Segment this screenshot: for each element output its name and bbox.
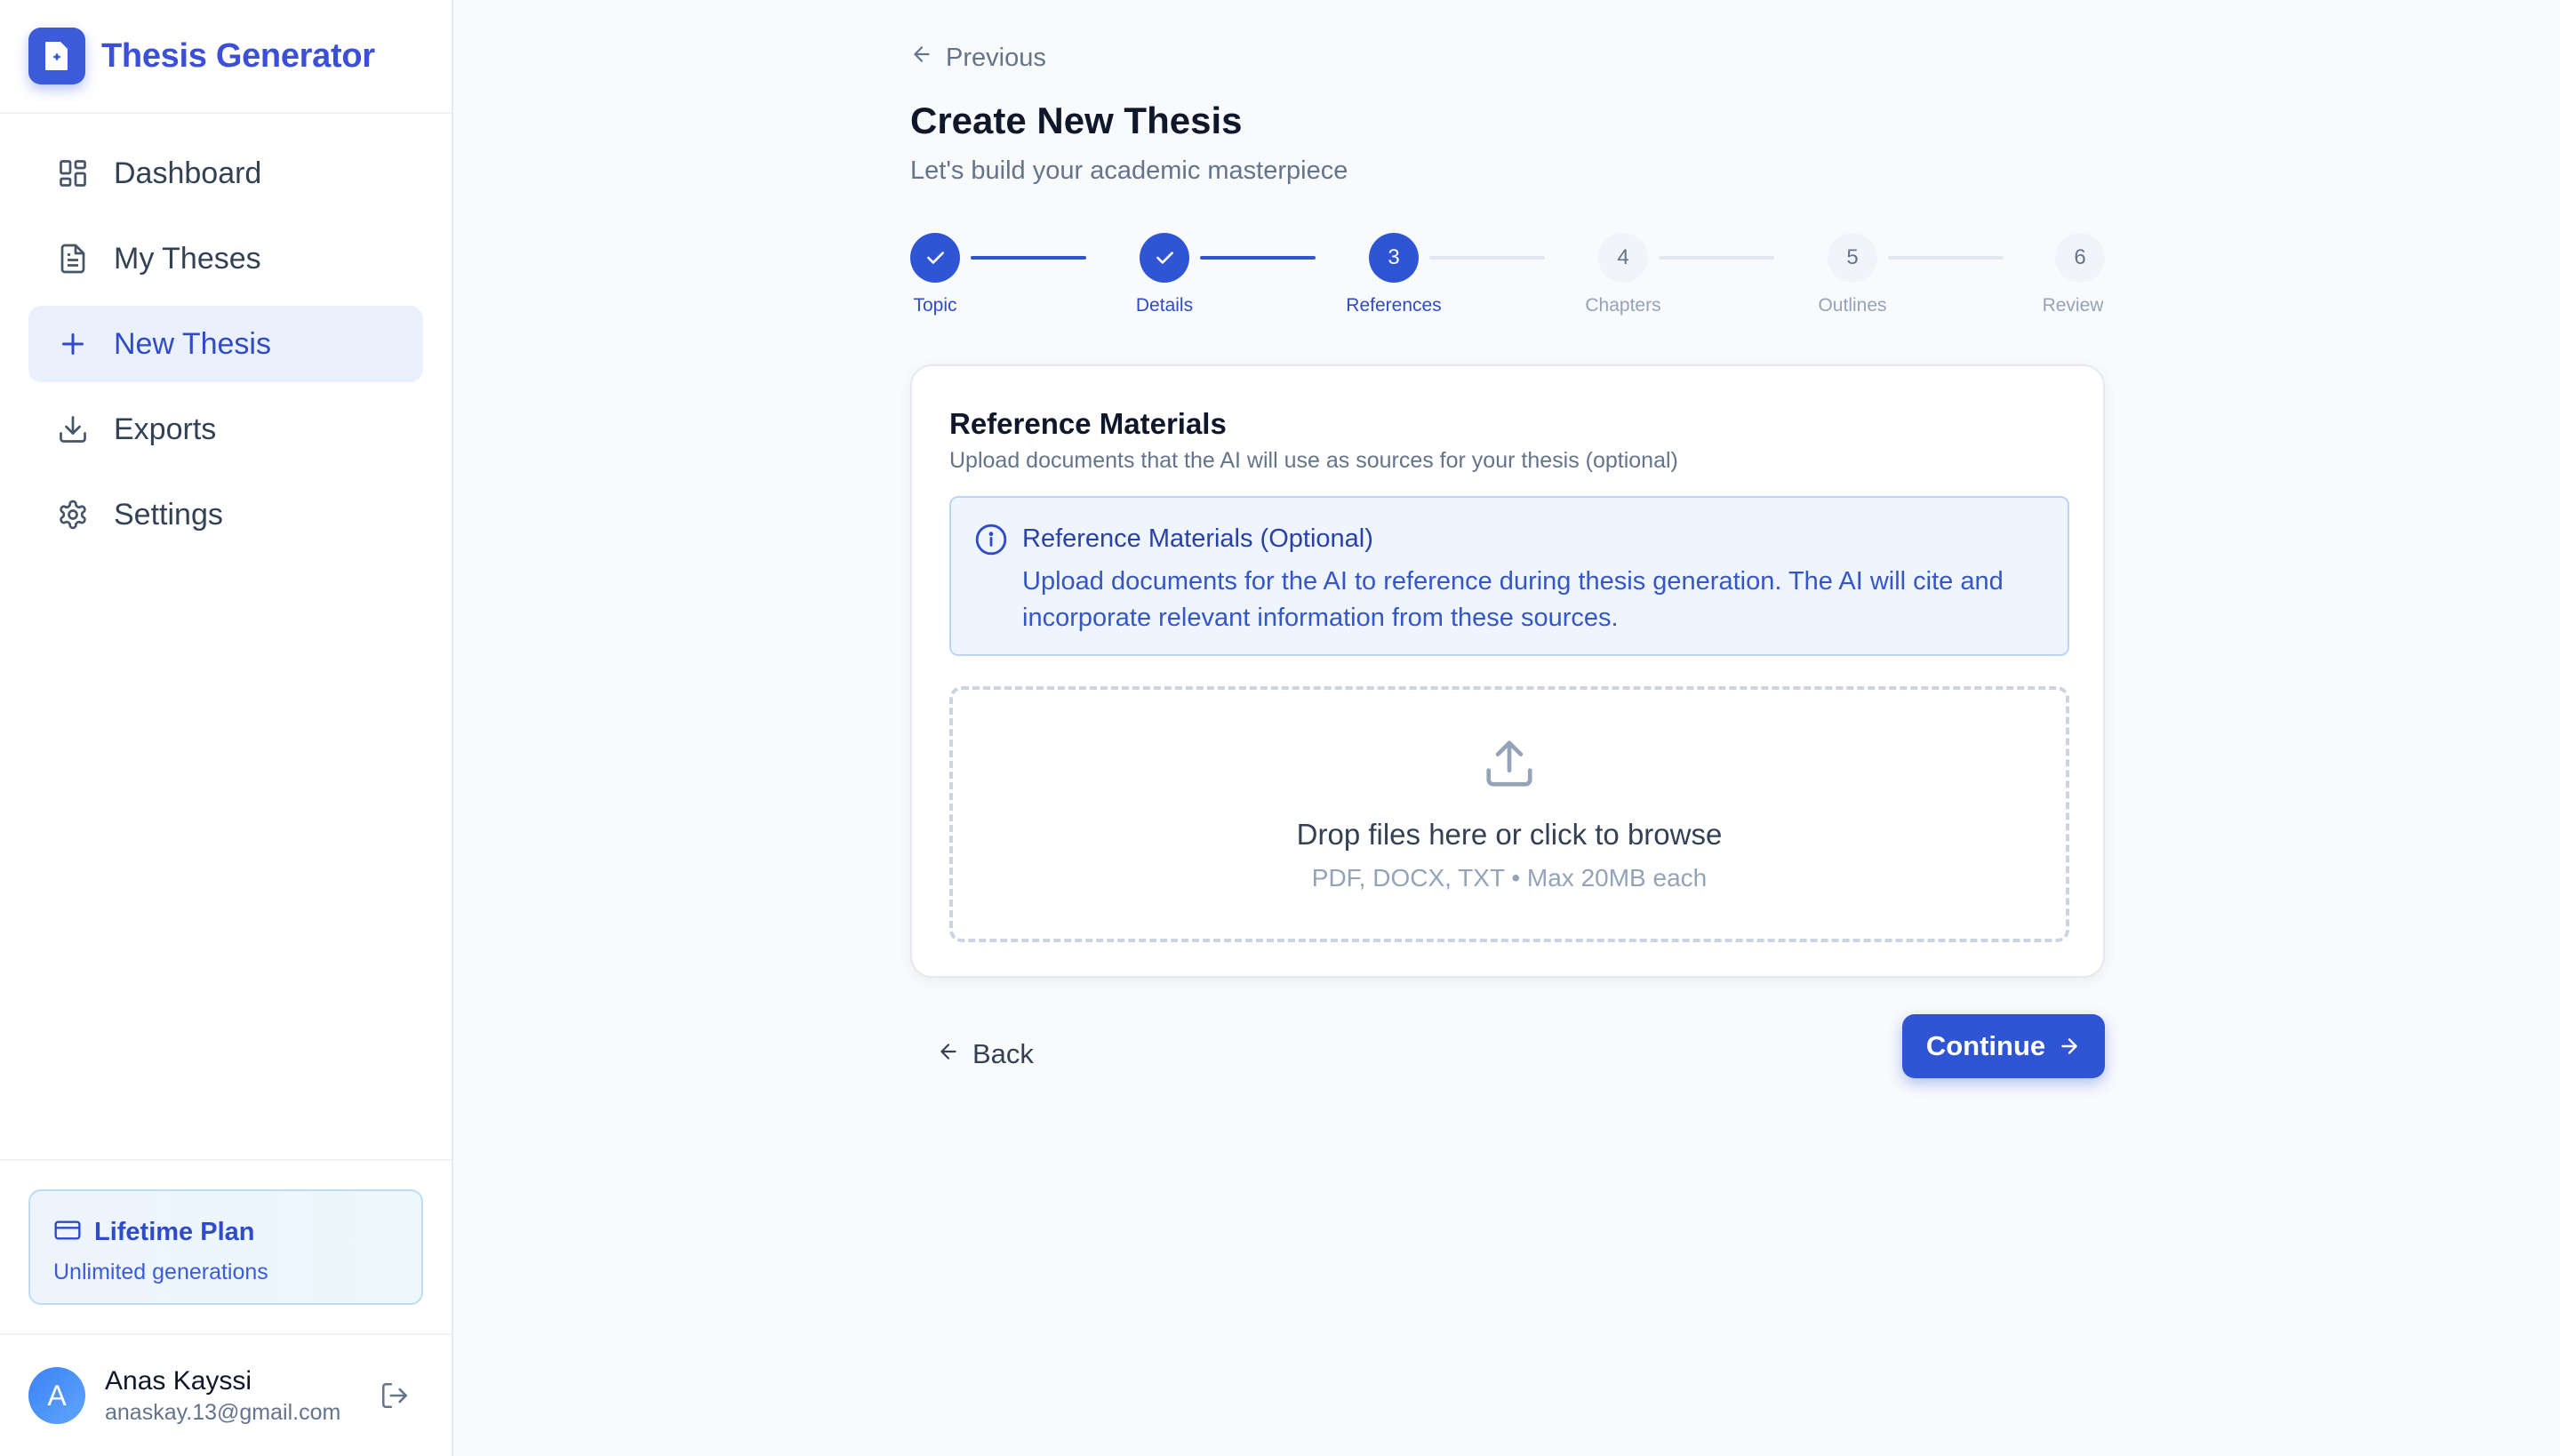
sidebar-item-label: Settings — [114, 497, 223, 532]
continue-button[interactable]: Continue — [1902, 1014, 2105, 1078]
brand[interactable]: Thesis Generator — [0, 0, 452, 114]
sidebar-item-label: My Theses — [114, 241, 261, 276]
step-1-check-icon[interactable] — [910, 233, 960, 283]
back-button[interactable]: Back — [937, 1022, 1034, 1086]
sidebar-item-label: Exports — [114, 412, 217, 446]
step-6-circle[interactable]: 6 — [2055, 233, 2105, 283]
step-4-circle[interactable]: 4 — [1598, 233, 1648, 283]
back-label: Back — [972, 1038, 1034, 1069]
step-connector — [1888, 256, 2004, 260]
gear-icon — [55, 497, 91, 532]
page-subtitle: Let's build your academic masterpiece — [910, 156, 1348, 185]
page-title: Create New Thesis — [910, 100, 1243, 141]
sidebar-footer: Lifetime Plan Unlimited generations A An… — [0, 1159, 452, 1456]
user-name: Anas Kayssi — [105, 1365, 252, 1396]
plan-title: Lifetime Plan — [94, 1218, 255, 1246]
step-connector — [1659, 256, 1774, 260]
plus-icon — [55, 326, 91, 362]
card-title: Reference Materials — [949, 407, 1227, 440]
info-banner: Reference Materials (Optional) Upload do… — [949, 496, 2069, 656]
upload-icon — [953, 736, 2066, 791]
card-subtitle: Upload documents that the AI will use as… — [949, 448, 1678, 473]
info-text: Upload documents for the AI to reference… — [1022, 567, 2004, 632]
sidebar-nav: Dashboard My Theses New Thesis Exports S… — [0, 114, 452, 553]
step-connector — [1429, 256, 1545, 260]
plan-subtitle: Unlimited generations — [53, 1260, 268, 1284]
info-icon — [974, 523, 1008, 561]
continue-label: Continue — [1925, 1030, 2046, 1061]
drop-zone-title: Drop files here or click to browse — [1296, 818, 1723, 851]
step-label-details: Details — [1135, 295, 1194, 316]
sidebar-item-label: New Thesis — [114, 326, 271, 361]
previous-link[interactable]: Previous — [910, 43, 1046, 73]
sidebar-item-new-thesis[interactable]: New Thesis — [28, 306, 423, 382]
previous-label: Previous — [946, 43, 1046, 72]
plan-card[interactable]: Lifetime Plan Unlimited generations — [28, 1189, 423, 1305]
info-title: Reference Materials (Optional) — [1022, 524, 1373, 553]
credit-card-icon — [53, 1216, 82, 1249]
sidebar-item-dashboard[interactable]: Dashboard — [28, 135, 423, 212]
step-5-circle[interactable]: 5 — [1828, 233, 1877, 283]
step-label-references: References — [1346, 295, 1442, 316]
sidebar: Thesis Generator Dashboard My Theses New… — [0, 0, 453, 1456]
sidebar-item-label: Dashboard — [114, 156, 262, 190]
avatar[interactable]: A — [28, 1367, 85, 1424]
dashboard-icon — [55, 156, 91, 191]
step-label-topic: Topic — [913, 295, 957, 316]
document-sparkle-icon — [28, 28, 85, 84]
sidebar-item-my-theses[interactable]: My Theses — [28, 220, 423, 297]
progress-stepper: Topic Details 3 References 4 Chapters 5 … — [910, 233, 2105, 322]
user-email: anaskay.13@gmail.com — [105, 1399, 341, 1425]
step-label-chapters: Chapters — [1585, 295, 1661, 316]
arrow-left-icon — [937, 1038, 960, 1070]
file-drop-zone[interactable]: Drop files here or click to browse PDF, … — [949, 686, 2069, 942]
step-3-circle[interactable]: 3 — [1369, 233, 1419, 283]
arrow-left-icon — [910, 43, 933, 73]
logout-icon[interactable] — [377, 1378, 412, 1413]
document-icon — [55, 241, 91, 276]
sidebar-item-exports[interactable]: Exports — [28, 391, 423, 468]
user-profile: A Anas Kayssi anaskay.13@gmail.com — [0, 1333, 452, 1456]
reference-materials-card: Reference Materials Upload documents tha… — [910, 364, 2105, 978]
step-label-review: Review — [2042, 295, 2104, 316]
step-label-outlines: Outlines — [1818, 295, 1887, 316]
app-title: Thesis Generator — [101, 36, 375, 75]
sidebar-item-settings[interactable]: Settings — [28, 476, 423, 553]
arrow-right-icon — [2058, 1035, 2081, 1058]
drop-zone-hint: PDF, DOCX, TXT • Max 20MB each — [1311, 864, 1708, 892]
step-connector — [971, 256, 1086, 260]
download-icon — [55, 412, 91, 447]
main-content: Previous Create New Thesis Let's build y… — [453, 0, 2560, 1456]
step-connector — [1200, 256, 1316, 260]
step-2-check-icon[interactable] — [1140, 233, 1189, 283]
